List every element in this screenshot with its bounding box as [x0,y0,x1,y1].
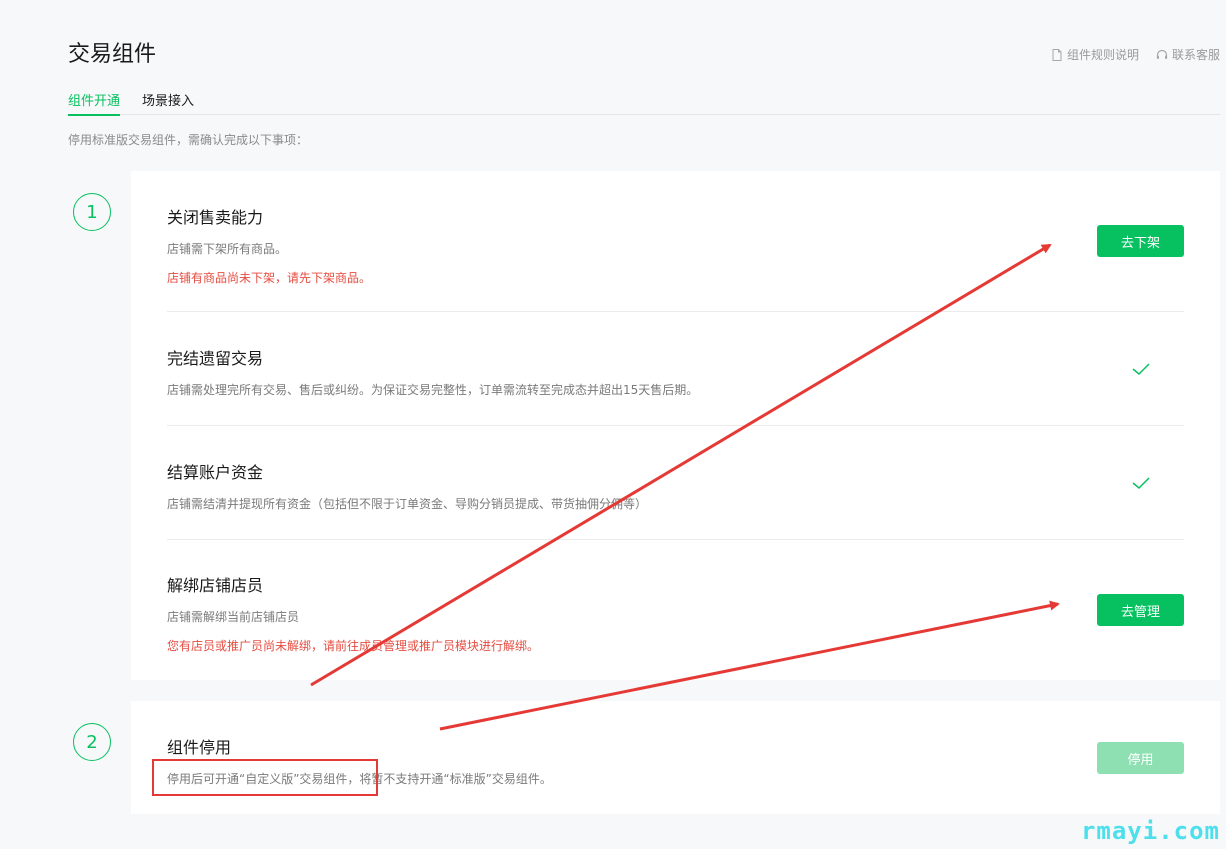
task-desc: 店铺需结清并提现所有资金（包括但不限于订单资金、导购分销员提成、带货抽佣分佣等） [167,497,648,511]
task-warning: 店铺有商品尚未下架，请先下架商品。 [167,271,372,285]
divider [167,425,1184,426]
watermark: rmayi.com [1080,817,1220,845]
header-links: 组件规则说明 联系客服 [1050,46,1220,63]
task-finish-trades: 完结遗留交易 店铺需处理完所有交易、售后或纠纷。为保证交易完整性，订单需流转至完… [167,345,1184,398]
disable-button[interactable]: 停用 [1097,742,1184,774]
step-2-card: 组件停用 停用后可开通“自定义版”交易组件，将暂不支持开通“标准版”交易组件。 … [131,701,1220,814]
manage-button[interactable]: 去管理 [1097,594,1184,626]
headset-icon [1156,49,1168,59]
step-1-card: 关闭售卖能力 店铺需下架所有商品。 店铺有商品尚未下架，请先下架商品。 去下架 … [131,171,1220,680]
task-desc: 店铺需解绑当前店铺店员 [167,610,300,624]
task-settle-funds: 结算账户资金 店铺需结清并提现所有资金（包括但不限于订单资金、导购分销员提成、带… [167,459,1184,512]
document-icon [1052,48,1062,61]
divider [167,311,1184,312]
tab-scene-access[interactable]: 场景接入 [142,90,194,115]
task-title: 完结遗留交易 [167,349,264,368]
support-link[interactable]: 联系客服 [1155,46,1220,63]
intro-text: 停用标准版交易组件，需确认完成以下事项： [68,133,309,147]
step-number-2: 2 [73,723,111,761]
tab-component-activation[interactable]: 组件开通 [68,90,121,116]
task-title: 关闭售卖能力 [167,208,264,227]
rules-link-label: 组件规则说明 [1066,48,1139,62]
delist-button[interactable]: 去下架 [1097,225,1184,257]
page-title: 交易组件 [68,42,157,67]
task-title: 组件停用 [167,738,232,757]
check-icon [1132,477,1150,490]
task-warning: 您有店员或推广员尚未解绑，请前往成员管理或推广员模块进行解绑。 [167,639,540,653]
task-close-selling: 关闭售卖能力 店铺需下架所有商品。 店铺有商品尚未下架，请先下架商品。 [167,204,1184,286]
support-link-label: 联系客服 [1171,48,1220,62]
rules-link[interactable]: 组件规则说明 [1050,46,1139,63]
task-unbind-staff: 解绑店铺店员 店铺需解绑当前店铺店员 您有店员或推广员尚未解绑，请前往成员管理或… [167,572,1184,654]
step-number-1: 1 [73,193,111,231]
task-title: 解绑店铺店员 [167,576,264,595]
annotation-highlight-box [152,759,378,796]
task-desc: 店铺需处理完所有交易、售后或纠纷。为保证交易完整性，订单需流转至完成态并超出15… [167,383,699,397]
divider [167,539,1184,540]
tab-bar: 组件开通 场景接入 [68,90,1220,116]
task-title: 结算账户资金 [167,463,264,482]
check-icon [1132,363,1150,376]
task-desc: 店铺需下架所有商品。 [167,242,288,256]
